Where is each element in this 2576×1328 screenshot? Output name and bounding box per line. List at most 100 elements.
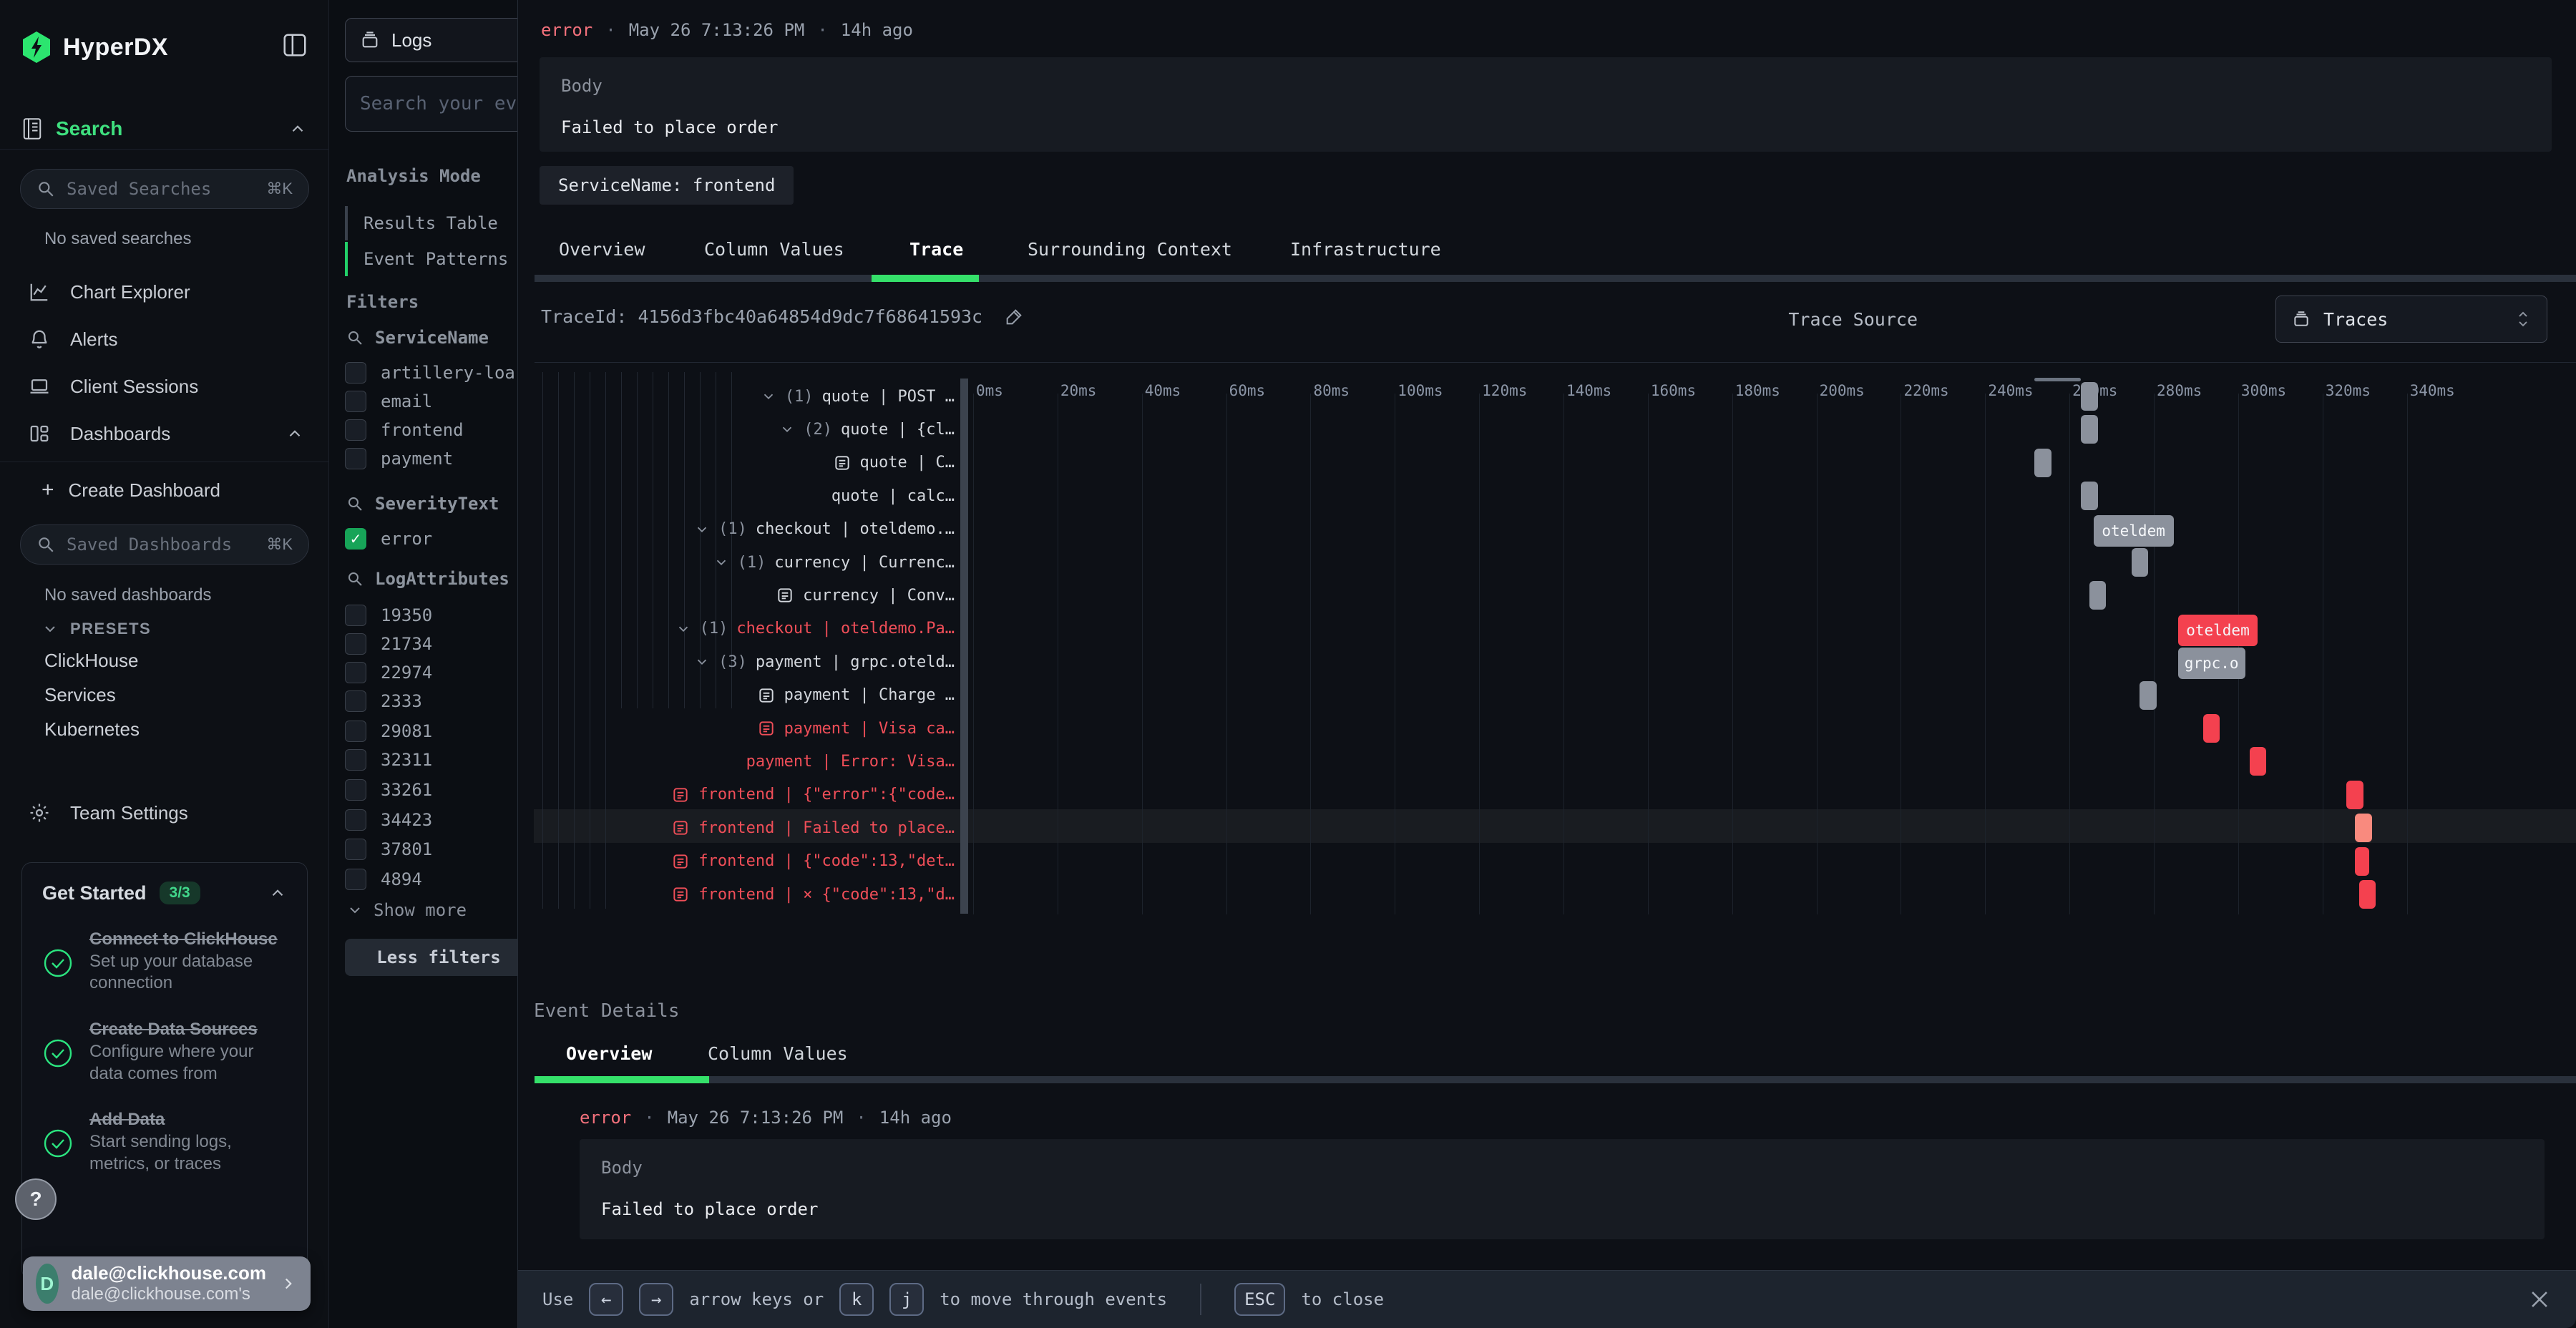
span-duration-bar[interactable] <box>2081 482 2098 510</box>
span-duration-bar[interactable] <box>2140 681 2157 710</box>
search-icon[interactable] <box>346 495 364 512</box>
sidebar-item-search[interactable]: Search <box>21 113 307 145</box>
filter-option[interactable]: artillery-loa <box>345 362 515 384</box>
span-duration-bar[interactable] <box>2346 781 2363 809</box>
filter-checkbox[interactable] <box>345 779 366 801</box>
span-row[interactable]: payment | Visa ca… <box>534 712 955 745</box>
sidebar-item-clickhouse[interactable]: ClickHouse <box>44 650 139 672</box>
tab-surrounding-context[interactable]: Surrounding Context <box>1028 239 1232 260</box>
span-row[interactable]: payment | Charge … <box>534 679 955 712</box>
filter-option[interactable]: 2333 <box>345 690 422 712</box>
filter-option[interactable]: 29081 <box>345 721 432 742</box>
filter-checkbox[interactable]: ✓ <box>345 528 366 550</box>
span-row[interactable]: frontend | Failed to place… <box>534 811 955 844</box>
edit-pencil-icon[interactable] <box>1004 307 1024 327</box>
filter-checkbox[interactable] <box>345 662 366 683</box>
tab-overview[interactable]: Overview <box>559 239 645 260</box>
span-duration-bar[interactable] <box>2359 880 2376 909</box>
span-row[interactable]: (2)quote | {cl… <box>534 413 955 446</box>
filter-checkbox[interactable] <box>345 839 366 860</box>
event-search-input[interactable]: Search your ev <box>345 76 532 132</box>
help-button[interactable]: ? <box>15 1178 57 1220</box>
filter-option[interactable]: ✓error <box>345 528 432 550</box>
filter-checkbox[interactable] <box>345 633 366 655</box>
search-icon[interactable] <box>346 570 364 587</box>
filter-option[interactable]: 33261 <box>345 779 432 801</box>
close-icon[interactable] <box>2527 1287 2552 1312</box>
span-duration-bar[interactable] <box>2089 581 2107 610</box>
filter-option[interactable]: payment <box>345 448 453 469</box>
chevron-down-icon[interactable] <box>761 389 776 404</box>
span-row[interactable]: payment | Error: Visa… <box>534 745 955 778</box>
span-row[interactable]: (1)checkout | oteldemo.Pa… <box>534 612 955 645</box>
tab-infrastructure[interactable]: Infrastructure <box>1290 239 1441 260</box>
chevron-down-icon[interactable] <box>779 421 795 437</box>
span-duration-bar[interactable]: grpc.o <box>2178 648 2245 679</box>
filter-checkbox[interactable] <box>345 809 366 831</box>
sidebar-collapse-icon[interactable] <box>281 31 308 59</box>
span-duration-bar[interactable] <box>2132 548 2149 577</box>
filter-checkbox[interactable] <box>345 362 366 384</box>
event-details-tab-overview[interactable]: Overview <box>566 1043 652 1064</box>
tab-column-values[interactable]: Column Values <box>704 239 844 260</box>
chevron-up-icon[interactable] <box>286 424 304 443</box>
filter-checkbox[interactable] <box>345 869 366 890</box>
filter-option[interactable]: 21734 <box>345 633 432 655</box>
get-started-item[interactable]: Connect to ClickHouse Set up your databa… <box>42 929 287 995</box>
chevron-down-icon[interactable] <box>694 522 710 537</box>
filter-option[interactable]: 22974 <box>345 662 432 683</box>
span-row[interactable]: frontend | {"error":{"code… <box>534 778 955 811</box>
source-select[interactable]: Logs <box>345 18 532 62</box>
sidebar-item-dashboards[interactable]: Dashboards <box>0 414 328 454</box>
get-started-item[interactable]: Add Data Start sending logs, metrics, or… <box>42 1109 287 1175</box>
span-duration-bar[interactable] <box>2034 449 2051 477</box>
chevron-down-icon[interactable] <box>713 555 729 570</box>
filter-checkbox[interactable] <box>345 690 366 712</box>
tab-trace[interactable]: Trace <box>909 239 963 260</box>
filter-checkbox[interactable] <box>345 605 366 626</box>
span-row[interactable]: currency | Conv… <box>534 579 955 612</box>
span-row[interactable]: (1)checkout | oteldemo.… <box>534 513 955 546</box>
chevron-down-icon[interactable] <box>675 621 691 637</box>
span-row[interactable]: (1)currency | Currenc… <box>534 546 955 579</box>
search-icon[interactable] <box>346 329 364 346</box>
span-row[interactable]: frontend | {"code":13,"det… <box>534 845 955 878</box>
span-row[interactable]: frontend | × {"code":13,"d… <box>534 878 955 911</box>
trace-source-select[interactable]: Traces <box>2275 296 2547 343</box>
filter-option[interactable]: 32311 <box>345 749 432 771</box>
span-duration-bar[interactable]: oteldem <box>2094 515 2174 547</box>
filter-checkbox[interactable] <box>345 749 366 771</box>
span-duration-bar[interactable] <box>2203 714 2220 743</box>
filter-option[interactable]: frontend <box>345 419 464 441</box>
span-duration-bar[interactable] <box>2355 847 2369 876</box>
service-name-chip[interactable]: ServiceName: frontend <box>540 166 794 205</box>
filter-option[interactable]: 34423 <box>345 809 432 831</box>
span-duration-bar[interactable] <box>2355 814 2372 842</box>
span-row[interactable]: (3)payment | grpc.oteld… <box>534 645 955 678</box>
mode-event-patterns[interactable]: Event Patterns <box>345 242 533 276</box>
filter-checkbox[interactable] <box>345 391 366 412</box>
filter-checkbox[interactable] <box>345 448 366 469</box>
span-row[interactable]: (1)quote | POST … <box>534 380 955 413</box>
span-row[interactable]: quote | calc… <box>534 479 955 512</box>
filter-option[interactable]: 4894 <box>345 869 422 890</box>
logo[interactable]: HyperDX <box>21 27 311 67</box>
sidebar-item-client-sessions[interactable]: Client Sessions <box>0 366 328 406</box>
span-duration-bar[interactable]: oteldem <box>2178 615 2258 646</box>
chevron-down-icon[interactable] <box>694 654 710 670</box>
mode-results-table[interactable]: Results Table <box>345 206 533 240</box>
sidebar-item-alerts[interactable]: Alerts <box>0 319 328 359</box>
sidebar-item-services[interactable]: Services <box>44 684 116 706</box>
filter-checkbox[interactable] <box>345 721 366 742</box>
span-duration-bar[interactable] <box>2250 747 2267 776</box>
less-filters-button[interactable]: Less filters <box>345 939 532 976</box>
span-duration-bar[interactable] <box>2081 382 2098 411</box>
saved-searches-input[interactable]: Saved Searches ⌘K <box>20 169 309 209</box>
sidebar-item-team-settings[interactable]: Team Settings <box>0 793 328 833</box>
filter-option[interactable]: email <box>345 391 432 412</box>
sidebar-item-chart-explorer[interactable]: Chart Explorer <box>0 272 328 312</box>
pane-resizer[interactable] <box>960 379 968 914</box>
get-started-item[interactable]: Create Data Sources Configure where your… <box>42 1019 287 1085</box>
filter-checkbox[interactable] <box>345 419 366 441</box>
saved-dashboards-input[interactable]: Saved Dashboards ⌘K <box>20 524 309 565</box>
